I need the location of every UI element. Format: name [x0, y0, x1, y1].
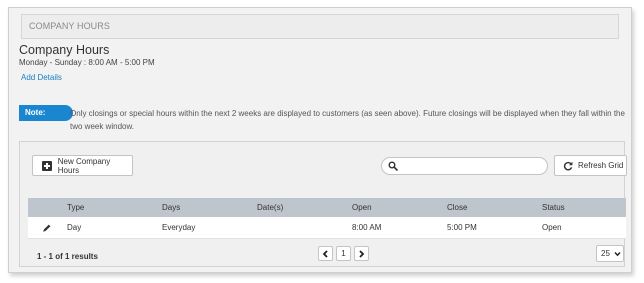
new-company-hours-button[interactable]: New Company Hours	[32, 155, 133, 176]
next-page-button[interactable]	[354, 246, 369, 261]
chevron-right-icon	[359, 249, 365, 258]
table-header: Type Days Date(s) Open Close Status	[28, 198, 626, 217]
current-page-button[interactable]: 1	[336, 246, 351, 261]
add-details-link[interactable]: Add Details	[21, 73, 62, 82]
hours-summary: Monday - Sunday : 8:00 AM - 5:00 PM	[19, 58, 155, 67]
section-header: COMPANY HOURS	[21, 14, 619, 39]
note-badge: Note:	[19, 105, 73, 121]
cell-close: 5:00 PM	[447, 223, 477, 232]
pagination: 1	[318, 246, 369, 263]
cell-type: Day	[67, 223, 82, 232]
column-header-days[interactable]: Days	[162, 198, 180, 217]
column-header-dates[interactable]: Date(s)	[257, 198, 283, 217]
column-header-close[interactable]: Close	[447, 198, 467, 217]
refresh-grid-button[interactable]: Refresh Grid	[554, 155, 627, 176]
results-count: 1 - 1 of 1 results	[37, 252, 98, 261]
column-header-type[interactable]: Type	[67, 198, 84, 217]
table-row: Day Everyday 8:00 AM 5:00 PM Open	[28, 217, 626, 239]
previous-page-button[interactable]	[318, 246, 333, 261]
company-hours-title: Company Hours	[19, 43, 110, 57]
search-box[interactable]	[381, 157, 548, 175]
plus-icon	[42, 160, 52, 171]
hours-grid-panel: New Company Hours Refresh Grid Type Days…	[19, 141, 627, 267]
note-text: Only closings or special hours within th…	[70, 109, 625, 131]
cell-days: Everyday	[162, 223, 196, 232]
cell-status: Open	[542, 223, 562, 232]
column-header-status[interactable]: Status	[542, 198, 565, 217]
search-icon	[388, 161, 398, 171]
search-input[interactable]	[402, 159, 546, 175]
refresh-grid-label: Refresh Grid	[578, 161, 624, 170]
refresh-icon	[563, 161, 573, 170]
page-size-select[interactable]: 25	[596, 245, 624, 262]
pencil-icon[interactable]	[42, 223, 52, 233]
new-company-hours-label: New Company Hours	[57, 156, 111, 175]
page-size-value: 25	[601, 249, 610, 258]
column-header-open[interactable]: Open	[352, 198, 372, 217]
chevron-left-icon	[322, 249, 328, 258]
chevron-down-icon	[614, 251, 621, 256]
company-hours-window: COMPANY HOURS Company Hours Monday - Sun…	[8, 7, 632, 273]
cell-open: 8:00 AM	[352, 223, 382, 232]
